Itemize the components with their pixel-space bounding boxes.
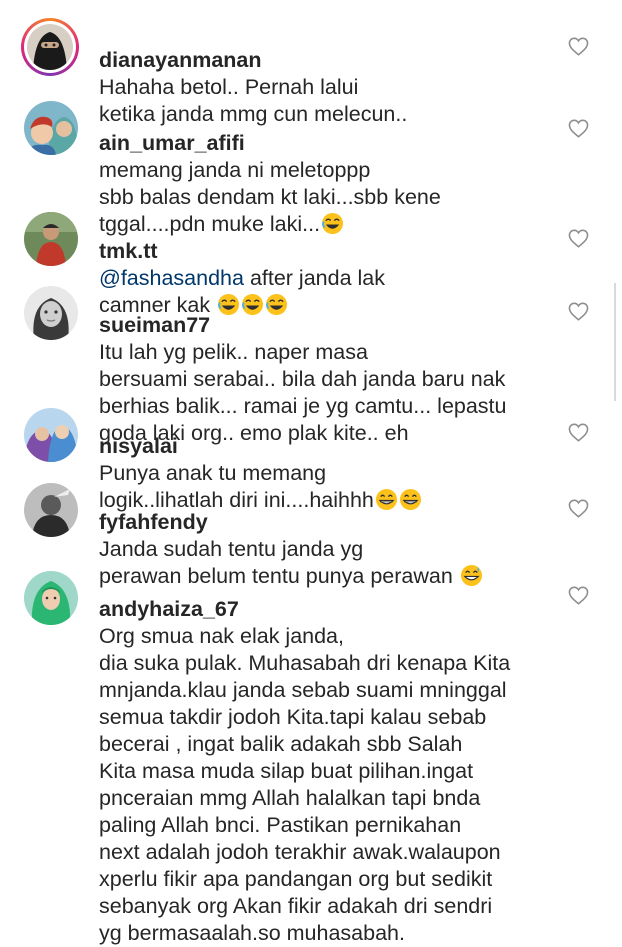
person-bw-avatar (24, 483, 78, 537)
avatar[interactable] (24, 483, 78, 537)
niqab-person-avatar (27, 24, 73, 70)
avatar[interactable] (24, 571, 78, 625)
man-red-shirt-avatar (24, 212, 78, 266)
heart-outline-icon[interactable] (568, 499, 589, 518)
comment-text: Org smua nak elak janda, dia suka pulak.… (99, 624, 511, 945)
woman-green-hijab-avatar (24, 571, 78, 625)
woman-bw-avatar (24, 286, 78, 340)
mother-child-avatar (24, 101, 78, 155)
avatar[interactable] (24, 408, 78, 462)
comment-username[interactable]: tmk.tt (99, 239, 158, 263)
comment-username[interactable]: nisyalai (99, 434, 178, 458)
comment-username[interactable]: fyfahfendy (99, 510, 208, 534)
comment-username[interactable]: dianayanmanan (99, 48, 262, 72)
avatar[interactable] (24, 101, 78, 155)
comment-username[interactable]: sueiman77 (99, 313, 210, 337)
heart-outline-icon[interactable] (568, 586, 589, 605)
avatar[interactable] (24, 286, 78, 340)
avatar[interactable] (24, 212, 78, 266)
heart-outline-icon[interactable] (568, 37, 589, 56)
comment-username[interactable]: andyhaiza_67 (99, 597, 239, 621)
avatar[interactable] (21, 18, 79, 76)
heart-outline-icon[interactable] (568, 229, 589, 248)
comment-username[interactable]: ain_umar_afifi (99, 131, 245, 155)
scrollbar[interactable] (614, 283, 616, 401)
heart-outline-icon[interactable] (568, 119, 589, 138)
two-women-avatar (24, 408, 78, 462)
heart-outline-icon[interactable] (568, 423, 589, 442)
heart-outline-icon[interactable] (568, 302, 589, 321)
